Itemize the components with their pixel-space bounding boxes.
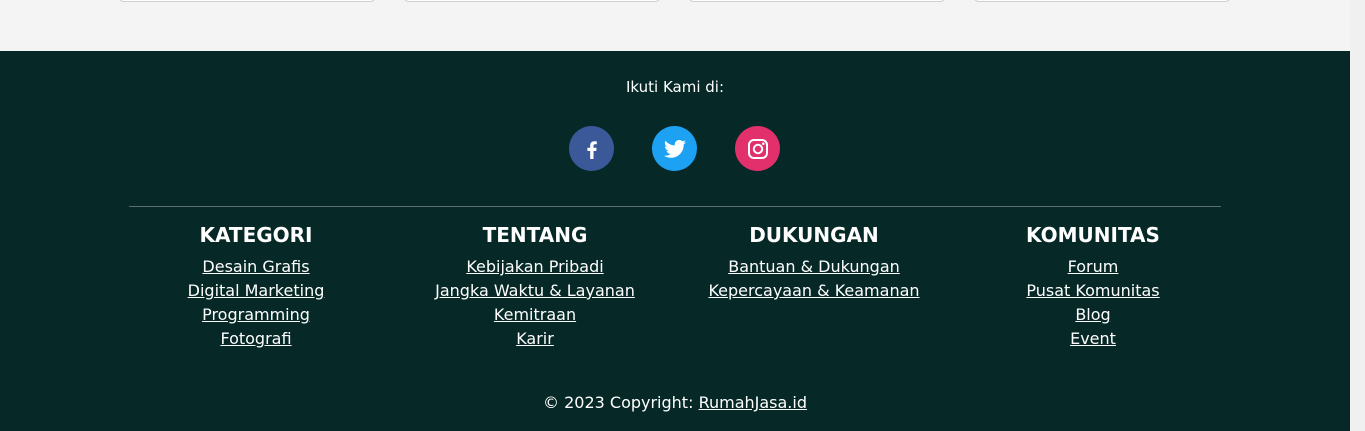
footer-link[interactable]: Digital Marketing [126,279,386,303]
footer-link[interactable]: Forum [963,255,1223,279]
footer-link[interactable]: Jangka Waktu & Layanan [405,279,665,303]
footer-link[interactable]: Karir [405,327,665,351]
copyright-site-link[interactable]: RumahJasa.id [699,393,807,412]
footer-link[interactable]: Blog [963,303,1223,327]
footer-link[interactable]: Desain Grafis [126,255,386,279]
card-bottom-edge [403,0,661,2]
copyright-notice: © 2023 Copyright: RumahJasa.id [0,392,1350,414]
footer-column-dukungan: DUKUNGAN Bantuan & Dukungan Kepercayaan … [684,223,944,303]
card-bottom-edge [688,0,946,2]
footer-column-kategori: KATEGORI Desain Grafis Digital Marketing… [126,223,386,351]
footer-link[interactable]: Kepercayaan & Keamanan [684,279,944,303]
page-content-area [0,0,1350,51]
footer-link[interactable]: Programming [126,303,386,327]
instagram-icon [747,138,768,159]
footer-link[interactable]: Fotografi [126,327,386,351]
twitter-icon [663,139,686,158]
footer-column-tentang: TENTANG Kebijakan Pribadi Jangka Waktu &… [405,223,665,351]
card-bottom-edge [118,0,376,2]
column-title: KOMUNITAS [1026,223,1160,247]
column-title: TENTANG [482,223,588,247]
facebook-link[interactable] [569,126,614,171]
twitter-link[interactable] [652,126,697,171]
column-title: KATEGORI [199,223,313,247]
footer-link[interactable]: Bantuan & Dukungan [684,255,944,279]
site-footer: Ikuti Kami di: KATEGORI Desain Grafis Di… [0,51,1350,431]
footer-divider [129,206,1221,207]
column-title: DUKUNGAN [749,223,879,247]
instagram-link[interactable] [735,126,780,171]
footer-column-komunitas: KOMUNITAS Forum Pusat Komunitas Blog Eve… [963,223,1223,351]
footer-link[interactable]: Pusat Komunitas [963,279,1223,303]
vertical-scrollbar[interactable] [1350,0,1365,431]
follow-us-label: Ikuti Kami di: [625,78,725,96]
copyright-text: © 2023 Copyright: [543,393,694,412]
footer-link[interactable]: Event [963,327,1223,351]
footer-link[interactable]: Kemitraan [405,303,665,327]
facebook-icon [586,140,597,159]
card-bottom-edge [973,0,1231,2]
footer-link[interactable]: Kebijakan Pribadi [405,255,665,279]
